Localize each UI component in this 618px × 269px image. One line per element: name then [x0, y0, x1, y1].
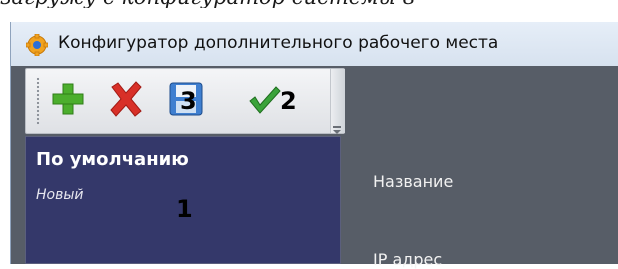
- add-button[interactable]: [48, 79, 94, 123]
- plus-icon: [48, 79, 94, 119]
- app-window: Конфигуратор дополнительного рабочего ме…: [10, 22, 618, 269]
- callout-1: 1: [176, 195, 193, 223]
- toolbar-grip[interactable]: [36, 77, 40, 125]
- red-x-icon: [106, 79, 152, 119]
- list-item-subtitle: Новый: [36, 187, 84, 203]
- callout-3: 3: [180, 87, 197, 115]
- callout-2: 2: [280, 87, 297, 115]
- ip-address-label: IP адрес: [373, 250, 443, 269]
- title-bar: Конфигуратор дополнительного рабочего ме…: [11, 22, 618, 66]
- main-area: 3 2 По умолчанию Новый 1 Название IP адр…: [11, 66, 618, 269]
- list-item-title: По умолчанию: [36, 149, 189, 170]
- chevron-down-icon[interactable]: [333, 119, 341, 134]
- gear-app-icon: [25, 33, 49, 57]
- save-button[interactable]: 3: [166, 79, 212, 123]
- top-caption: загружу с конфигуратор системы в: [0, 0, 618, 8]
- delete-button[interactable]: [106, 79, 152, 123]
- config-list: По умолчанию Новый 1: [25, 136, 341, 264]
- apply-button[interactable]: 2: [244, 79, 314, 123]
- name-label: Название: [373, 172, 454, 191]
- checkmark-icon: [244, 79, 314, 119]
- window-title: Конфигуратор дополнительного рабочего ме…: [58, 33, 499, 53]
- toolbar: 3 2: [25, 68, 345, 134]
